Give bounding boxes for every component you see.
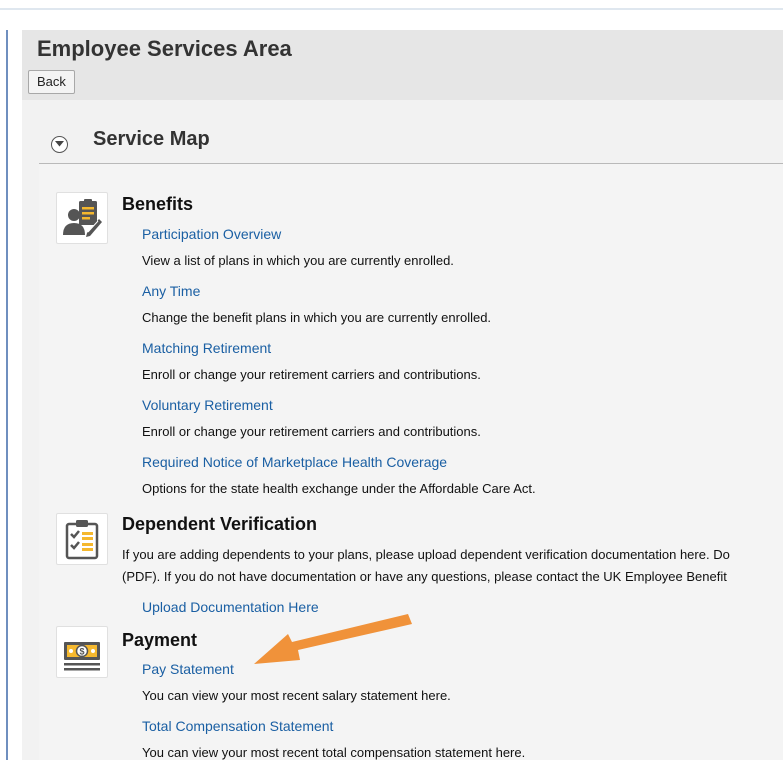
link-total-compensation-statement[interactable]: Total Compensation Statement: [142, 718, 333, 734]
desc-participation-overview: View a list of plans in which you are cu…: [142, 253, 454, 268]
link-pay-statement[interactable]: Pay Statement: [142, 661, 234, 677]
service-map-title: Service Map: [93, 128, 210, 150]
top-divider: [0, 8, 783, 10]
person-clipboard-icon: [56, 192, 108, 244]
link-any-time[interactable]: Any Time: [142, 283, 200, 299]
section-title-payment: Payment: [122, 630, 198, 650]
link-participation-overview[interactable]: Participation Overview: [142, 226, 281, 242]
dependent-verification-text-1: If you are adding dependents to your pla…: [122, 547, 730, 562]
desc-voluntary-retirement: Enroll or change your retirement carrier…: [142, 424, 481, 439]
service-map-header: Service Map: [22, 100, 783, 164]
section-title-benefits: Benefits: [122, 194, 194, 214]
link-marketplace-notice[interactable]: Required Notice of Marketplace Health Co…: [142, 454, 447, 470]
svg-text:$: $: [79, 647, 84, 657]
orange-arrow-annotation-icon: [254, 614, 412, 664]
service-map-content: Benefits Participation Overview View a l…: [39, 164, 783, 760]
desc-any-time: Change the benefit plans in which you ar…: [142, 310, 492, 325]
collapse-toggle-icon[interactable]: [51, 136, 68, 153]
desc-pay-statement: You can view your most recent salary sta…: [142, 688, 451, 703]
link-voluntary-retirement[interactable]: Voluntary Retirement: [142, 397, 273, 413]
money-icon: $: [56, 626, 108, 678]
left-border: [6, 30, 8, 760]
desc-total-compensation-statement: You can view your most recent total comp…: [142, 745, 526, 760]
link-matching-retirement[interactable]: Matching Retirement: [142, 340, 271, 356]
dependent-verification-text-2: (PDF). If you do not have documentation …: [122, 569, 727, 584]
checklist-icon: [56, 513, 108, 565]
desc-marketplace-notice: Options for the state health exchange un…: [142, 481, 536, 496]
page-title: Employee Services Area: [37, 36, 292, 61]
back-button[interactable]: Back: [28, 70, 75, 94]
page-header: Employee Services Area Back: [22, 30, 783, 100]
desc-matching-retirement: Enroll or change your retirement carrier…: [142, 367, 481, 382]
top-strip: [0, 0, 783, 8]
section-title-dependent-verification: Dependent Verification: [122, 514, 318, 534]
